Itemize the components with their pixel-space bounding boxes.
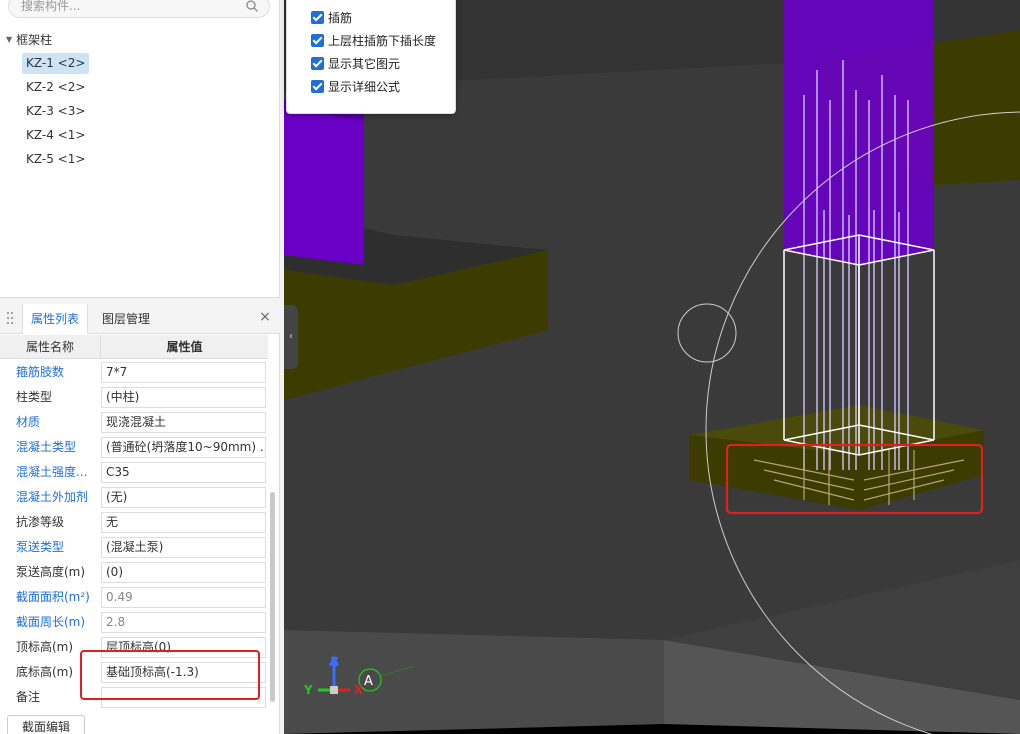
header-name: 属性名称	[0, 335, 101, 359]
tree-root-label: 框架柱	[16, 32, 53, 47]
prop-name: 混凝土外加剂	[16, 490, 89, 504]
prop-name: 柱类型	[16, 390, 53, 404]
option-label: 插筋	[328, 10, 353, 25]
prop-value-field[interactable]: (中柱)	[101, 387, 266, 408]
tree-item-kz-3[interactable]: KZ-3 <3>	[22, 101, 89, 122]
checkbox-checked-icon[interactable]	[311, 79, 324, 93]
prop-name: 截面周长(m)	[16, 615, 86, 629]
table-row: 混凝土类型 (普通砼(坍落度10~90mm) ...	[0, 435, 268, 460]
tree-item-kz-1[interactable]: KZ-1 <2>	[22, 53, 90, 74]
floor-slab-front-face	[284, 630, 664, 734]
prop-name: 顶标高(m)	[16, 640, 74, 654]
properties-pane: 属性列表 图层管理 × 属性名称 属性值 箍筋肢数 7*7 柱类型 (中柱) 材质 现…	[0, 302, 280, 734]
axis-x-label: X	[354, 683, 364, 697]
grid-axis-label: A	[364, 674, 373, 689]
tab-layer-management[interactable]: 图层管理	[94, 304, 158, 334]
left-purple-column	[284, 110, 364, 265]
prop-name: 底标高(m)	[16, 665, 74, 679]
prop-name: 备注	[16, 690, 41, 704]
search-box[interactable]	[8, 0, 270, 18]
display-options-popup: 插筋 上层柱插筋下插长度 显示其它图元 显示详细公式	[286, 0, 456, 114]
axis-y-label: Y	[303, 683, 313, 697]
option-show-other-elements[interactable]: 显示其它图元	[311, 53, 400, 73]
search-input[interactable]	[21, 0, 241, 15]
option-label: 显示详细公式	[328, 79, 401, 94]
table-row: 底标高(m) 基础顶标高(-1.3)	[0, 660, 268, 685]
left-panel: ▼ 框架柱 KZ-1 <2> KZ-2 <2> KZ-3 <3> KZ-4 <1…	[0, 0, 284, 734]
vertical-scrollbar[interactable]	[270, 492, 275, 702]
table-row: 材质 现浇混凝土	[0, 410, 268, 435]
properties-tab-bar: 属性列表 图层管理 ×	[0, 302, 280, 334]
tree-item-kz-2[interactable]: KZ-2 <2>	[22, 77, 89, 98]
prop-value-field[interactable]: 基础顶标高(-1.3)	[101, 662, 266, 683]
prop-name: 抗渗等级	[16, 515, 65, 529]
option-dowel-rebar[interactable]: 插筋	[311, 7, 352, 27]
prop-value-field[interactable]: 7*7	[101, 362, 266, 383]
table-row: 柱类型 (中柱)	[0, 385, 268, 410]
tab-property-list[interactable]: 属性列表	[22, 304, 89, 334]
table-row: 截面周长(m) 2.8	[0, 610, 268, 635]
prop-value-field: 0.49	[101, 587, 266, 608]
prop-value-field[interactable]: 层顶标高(0)	[101, 637, 266, 658]
table-row: 截面面积(m²) 0.49	[0, 585, 268, 610]
prop-value-field[interactable]: 现浇混凝土	[101, 412, 266, 433]
table-row: 泵送高度(m) (0)	[0, 560, 268, 585]
table-row: 抗渗等级 无	[0, 510, 268, 535]
table-row: 泵送类型 (混凝土泵)	[0, 535, 268, 560]
section-edit-button[interactable]: 截面编辑	[7, 715, 86, 734]
table-row: 混凝土外加剂 (无)	[0, 485, 268, 510]
prop-value-field[interactable]	[101, 687, 266, 708]
search-icon[interactable]	[245, 0, 259, 13]
table-row: 备注	[0, 685, 268, 710]
option-label: 上层柱插筋下插长度	[328, 33, 437, 48]
checkbox-checked-icon[interactable]	[311, 33, 324, 47]
prop-name: 混凝土类型	[16, 440, 77, 454]
prop-value-field[interactable]: (无)	[101, 487, 266, 508]
header-value: 属性值	[166, 340, 203, 354]
prop-name: 泵送类型	[16, 540, 65, 554]
table-row: 混凝土强度... C35	[0, 460, 268, 485]
option-show-detailed-formula[interactable]: 显示详细公式	[311, 76, 400, 96]
prop-value-field[interactable]: 无	[101, 512, 266, 533]
component-tree-pane: ▼ 框架柱 KZ-1 <2> KZ-2 <2> KZ-3 <3> KZ-4 <1…	[0, 0, 280, 298]
tree-root-frame-column[interactable]: ▼ 框架柱	[6, 30, 52, 48]
table-row: 顶标高(m) 层顶标高(0)	[0, 635, 268, 660]
prop-value-field[interactable]: C35	[101, 462, 266, 483]
prop-name: 材质	[16, 415, 41, 429]
prop-name: 截面面积(m²)	[16, 590, 90, 604]
prop-value-field[interactable]: (普通砼(坍落度10~90mm) ...	[101, 437, 266, 458]
option-label: 显示其它图元	[328, 56, 401, 71]
prop-name: 泵送高度(m)	[16, 565, 86, 579]
prop-name: 箍筋肢数	[16, 365, 65, 379]
panel-collapse-handle[interactable]: ‹	[284, 305, 298, 369]
prop-value-field[interactable]: (0)	[101, 562, 266, 583]
close-icon[interactable]: ×	[258, 310, 272, 324]
table-header: 属性名称 属性值	[0, 335, 268, 359]
checkbox-checked-icon[interactable]	[311, 56, 324, 70]
caret-down-icon[interactable]: ▼	[6, 35, 12, 44]
prop-value-field[interactable]: (混凝土泵)	[101, 537, 266, 558]
option-upper-column-dowel-length[interactable]: 上层柱插筋下插长度	[311, 30, 436, 50]
prop-name: 混凝土强度...	[16, 465, 88, 479]
drag-grip-icon[interactable]	[6, 311, 14, 325]
prop-value-field: 2.8	[101, 612, 266, 633]
axis-z-label: Z	[330, 655, 339, 669]
tree-item-kz-5[interactable]: KZ-5 <1>	[22, 149, 89, 170]
table-row: 箍筋肢数 7*7	[0, 360, 268, 385]
checkbox-checked-icon[interactable]	[311, 10, 324, 24]
tree-item-kz-4[interactable]: KZ-4 <1>	[22, 125, 89, 146]
